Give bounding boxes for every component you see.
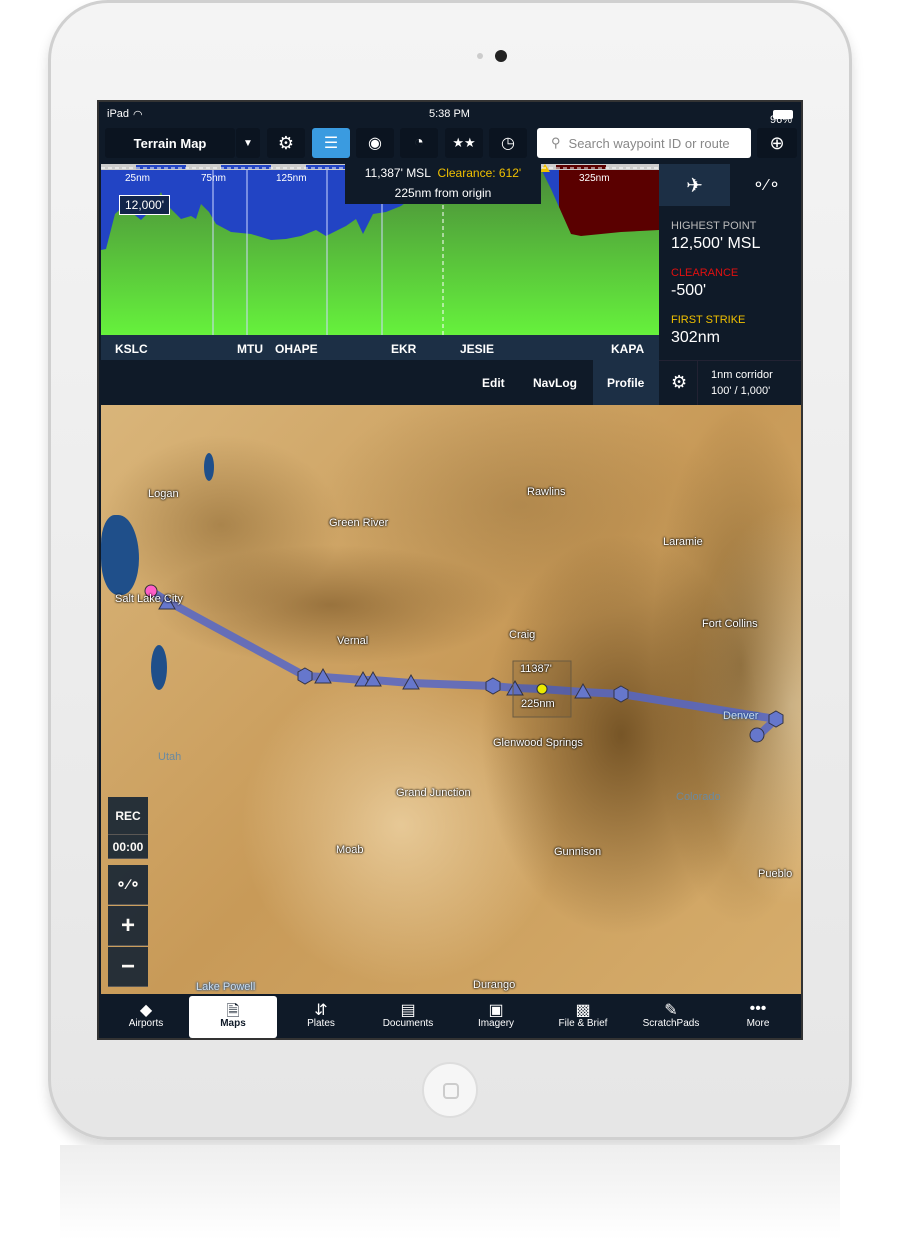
- gear-icon[interactable]: ⚙: [671, 372, 687, 393]
- city-label: Logan: [148, 488, 179, 500]
- city-label: Vernal: [337, 635, 369, 647]
- record-button[interactable]: REC: [108, 797, 148, 835]
- waypoint-label: JESIE: [460, 342, 495, 356]
- route-line: [144, 584, 784, 743]
- reflection: [60, 1145, 840, 1240]
- waypoint-label: KAPA: [611, 342, 645, 356]
- zoom-out-button[interactable]: −: [108, 947, 148, 987]
- screen: iPad ◠ 5:38 PM 96% Terrain Map ▼ ⚙ ☰ ◉ ◔…: [97, 100, 803, 1040]
- globe-icon[interactable]: ◉: [356, 128, 394, 158]
- tab-file-brief[interactable]: ▩ File & Brief: [539, 996, 627, 1038]
- city-label: Denver: [723, 710, 759, 722]
- tab-plates[interactable]: ⇵ Plates: [277, 996, 365, 1038]
- gauge-icon[interactable]: ◔: [400, 128, 438, 158]
- plates-icon: ⇵: [314, 1002, 328, 1019]
- tab-navlog[interactable]: NavLog: [533, 376, 577, 390]
- waypoint-label: KSLC: [115, 342, 148, 356]
- wifi-icon: ◠: [133, 109, 143, 121]
- tab-profile[interactable]: Profile: [607, 376, 644, 390]
- city-label: Fort Collins: [702, 618, 758, 630]
- record-timer: 00:00: [108, 835, 148, 859]
- callout-altitude: 11387': [520, 663, 552, 675]
- waypoint-labels: KSLC MTU OHAPE EKR JESIE KAPA: [101, 335, 659, 360]
- city-label: Salt Lake City: [115, 593, 183, 605]
- distance-tick: 25nm: [125, 173, 151, 184]
- tab-documents[interactable]: ▤ Documents: [364, 996, 452, 1038]
- city-label: Gunnison: [554, 846, 602, 858]
- city-label: Durango: [473, 979, 516, 991]
- altitude-label[interactable]: 12,000': [119, 195, 170, 215]
- imagery-icon: ▣: [488, 1002, 504, 1019]
- home-button[interactable]: [422, 1062, 478, 1118]
- city-label: Pueblo: [758, 868, 793, 880]
- search-input[interactable]: ⚲ Search waypoint ID or route: [537, 128, 751, 158]
- sensor: [477, 53, 483, 59]
- tab-edit[interactable]: Edit: [482, 376, 505, 390]
- layers-list-icon[interactable]: ☰: [312, 128, 350, 158]
- profile-tabs: Edit NavLog Profile: [101, 360, 659, 405]
- distance-tick: 325nm: [579, 173, 610, 184]
- airplane-icon[interactable]: ✈: [659, 164, 730, 206]
- map-icon: 🗎: [226, 1003, 240, 1020]
- camera: [495, 50, 507, 62]
- clock: 5:38 PM: [429, 108, 470, 120]
- favorites-stars-icon[interactable]: ★★: [445, 128, 483, 158]
- chevron-down-icon[interactable]: ▼: [236, 128, 260, 158]
- profile-side-panel: ✈ ⚬∕⚬ HIGHEST POINT 12,500' MSL CLEARANC…: [659, 164, 801, 406]
- corridor-settings[interactable]: ⚙ 1nm corridor 100' / 1,000': [659, 360, 801, 406]
- status-bar: iPad ◠ 5:38 PM 96%: [99, 102, 801, 126]
- zoom-in-button[interactable]: +: [108, 906, 148, 946]
- tab-airports[interactable]: ◆ Airports: [102, 996, 190, 1038]
- city-label: Lake Powell: [196, 981, 256, 993]
- region-label: Colorado: [676, 791, 721, 803]
- city-label: Grand Junction: [396, 787, 471, 799]
- city-label: Green River: [329, 517, 389, 529]
- clock-icon[interactable]: ◷: [489, 128, 527, 158]
- terrain-map[interactable]: 11387' 225nm Logan Rawlins Green River L…: [101, 405, 801, 994]
- route-icon[interactable]: ⚬∕⚬: [108, 865, 148, 905]
- city-label: Craig: [509, 629, 536, 641]
- tab-maps[interactable]: 🗎 Maps: [189, 996, 277, 1038]
- distance-tick: 75nm: [201, 173, 227, 184]
- map-layer-selector[interactable]: Terrain Map: [105, 128, 235, 158]
- documents-icon: ▤: [400, 1002, 416, 1019]
- tab-scratchpads[interactable]: ✎ ScratchPads: [627, 996, 715, 1038]
- gear-icon[interactable]: ⚙: [267, 128, 305, 158]
- crosshair-icon[interactable]: ⊕: [757, 128, 797, 158]
- callout-distance: 225nm: [521, 698, 555, 710]
- pen-icon: ✎: [664, 1002, 678, 1019]
- tab-bar: ◆ Airports 🗎 Maps ⇵ Plates ▤ Documents ▣ Imag…: [99, 994, 801, 1038]
- search-icon: ⚲: [551, 135, 561, 150]
- route-icon[interactable]: ⚬∕⚬: [731, 164, 801, 206]
- tab-more[interactable]: ••• More: [714, 996, 801, 1038]
- city-label: Glenwood Springs: [493, 737, 583, 749]
- city-label: Laramie: [663, 536, 703, 548]
- distance-tick: 125nm: [276, 173, 307, 184]
- more-icon: •••: [749, 1000, 767, 1017]
- airport-icon: ◆: [139, 1002, 153, 1019]
- profile-tooltip: 11,387' MSL Clearance: 612' 225nm from o…: [345, 160, 541, 204]
- waypoint-label: OHAPE: [275, 342, 318, 356]
- toolbar: Terrain Map ▼ ⚙ ☰ ◉ ◔ ★★ ◷ ⚲ Search waypo…: [105, 128, 797, 160]
- device-name: iPad: [107, 108, 130, 120]
- region-label: Utah: [158, 751, 182, 763]
- battery-percent: 96%: [770, 114, 793, 126]
- city-label: Rawlins: [527, 486, 566, 498]
- city-label: Moab: [336, 844, 364, 856]
- file-brief-icon: ▩: [575, 1002, 591, 1019]
- waypoint-label: MTU: [237, 342, 263, 356]
- waypoint-label: EKR: [391, 342, 417, 356]
- terrain-profile[interactable]: 25nm 75nm 125nm 325nm 12,000' 11,387' MS…: [101, 160, 659, 336]
- tab-imagery[interactable]: ▣ Imagery: [452, 996, 540, 1038]
